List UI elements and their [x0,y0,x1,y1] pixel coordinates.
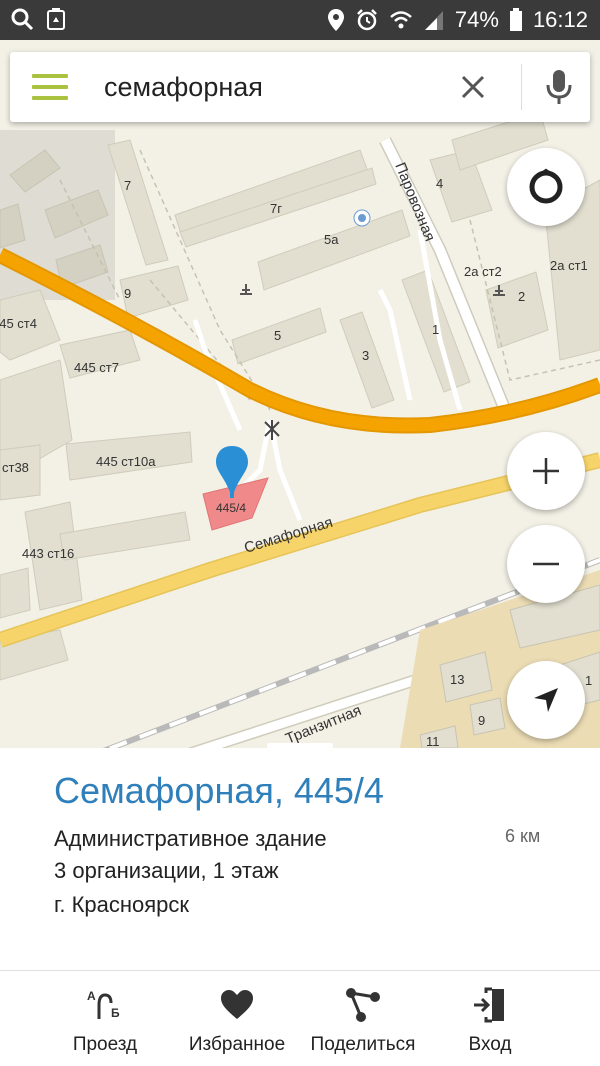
my-location-icon [534,688,558,712]
search-icon [11,8,34,31]
svg-text:445 ст7: 445 ст7 [74,360,119,375]
place-distance: 6 км [505,826,541,846]
svg-text:7: 7 [124,178,131,193]
svg-text:2: 2 [518,289,525,304]
entrance-button[interactable]: Вход [415,971,565,1066]
svg-text:13: 13 [450,672,464,687]
place-details: 3 организации, 1 этаж [54,858,279,883]
drag-handle[interactable] [267,743,333,748]
battery-icon [509,8,522,31]
svg-text:5а: 5а [324,232,339,247]
route-button[interactable]: A Б Проезд [30,971,180,1066]
svg-text:443 ст16: 443 ст16 [22,546,74,561]
entrance-icon [474,987,504,1023]
stroller-icon [353,209,371,227]
svg-text:11: 11 [426,734,440,748]
place-type: Административное здание [54,826,327,851]
search-bar[interactable]: семафорная [10,52,590,122]
place-title: Семафорная, 445/4 [54,770,384,811]
action-bar: A Б Проезд Избранное Поделиться Вход [0,970,600,1066]
svg-text:445 ст4: 445 ст4 [0,316,37,331]
signal-icon [424,11,443,30]
playground-icon [240,284,252,295]
svg-text:ст38: ст38 [2,460,29,475]
zoom-in-button[interactable] [507,432,585,510]
heart-icon [221,990,253,1019]
microphone-icon[interactable] [544,69,574,105]
svg-text:2а ст2: 2а ст2 [464,264,502,279]
compass-icon [529,168,563,204]
marker-label: 445/4 [216,501,246,515]
location-icon [327,9,344,31]
svg-text:7г: 7г [270,201,282,216]
share-icon [346,988,380,1022]
svg-text:9: 9 [478,713,485,728]
clock: 16:12 [532,7,588,32]
svg-text:1: 1 [585,673,592,688]
recycle-icon [47,8,65,30]
map-view[interactable]: 7 7г 5а 4 2а ст2 2а ст1 2 9 5 1 3 445 ст… [0,40,600,748]
svg-text:5: 5 [274,328,281,343]
zoom-out-icon [533,562,559,566]
svg-text:1: 1 [432,322,439,337]
map-canvas[interactable]: 7 7г 5а 4 2а ст2 2а ст1 2 9 5 1 3 445 ст… [0,40,600,748]
zoom-in-icon [533,458,559,484]
search-divider [521,64,522,110]
svg-text:2а ст1: 2а ст1 [550,258,588,273]
route-label: Проезд [72,1034,138,1055]
close-icon[interactable] [458,72,488,102]
compass-button[interactable] [507,148,585,226]
wifi-icon [390,11,412,29]
svg-text:4: 4 [436,176,443,191]
svg-text:A: A [87,989,96,1003]
entrance-label: Вход [468,1034,512,1055]
svg-text:9: 9 [124,286,131,301]
status-bar: 74% 16:12 [0,0,600,40]
place-city: г. Красноярск [54,892,190,917]
place-card[interactable]: Семафорная, 445/4 Административное здани… [0,743,600,970]
svg-text:3: 3 [362,348,369,363]
route-icon: A Б [87,989,120,1020]
battery-level: 74% [454,7,499,32]
alarm-icon [357,9,377,31]
menu-icon[interactable] [32,74,68,100]
search-input[interactable]: семафорная [104,72,263,103]
my-location-button[interactable] [507,661,585,739]
svg-text:Б: Б [111,1006,120,1020]
svg-text:445 ст10а: 445 ст10а [96,454,156,469]
zoom-out-button[interactable] [507,525,585,603]
